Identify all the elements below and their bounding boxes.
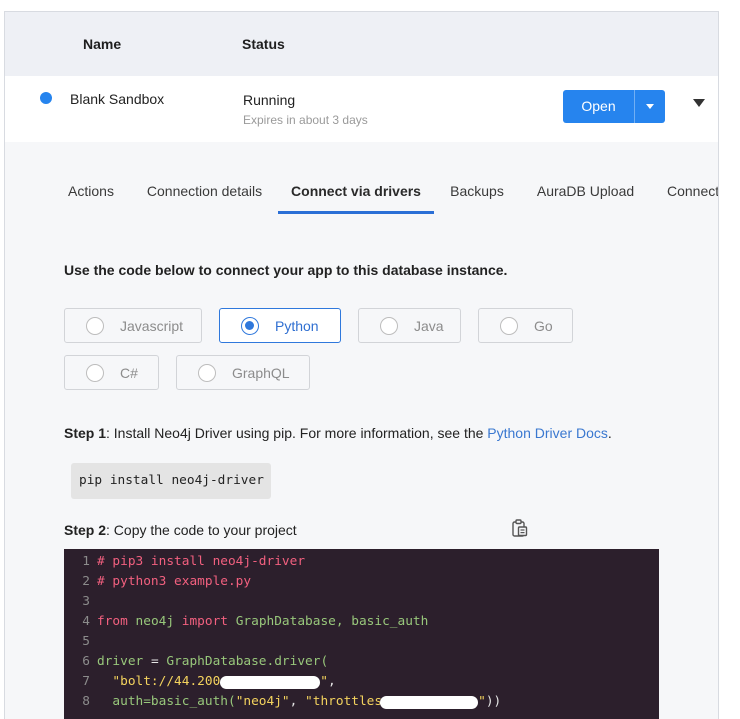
code-line: 8 auth=basic_auth( "neo4j" , "throttles … — [64, 692, 659, 712]
code-punctuation: , — [328, 674, 336, 689]
code-line: 6 driver = GraphDatabase.driver( — [64, 652, 659, 672]
redaction-mark — [380, 695, 479, 709]
step-1-label: Step 1 — [64, 425, 107, 441]
language-label: GraphQL — [232, 364, 290, 381]
code-line: 3 — [64, 592, 659, 612]
instance-expiry: Expires in about 3 days — [243, 113, 368, 127]
radio-icon — [241, 316, 259, 335]
line-number: 1 — [82, 554, 90, 569]
radio-icon — [500, 316, 518, 335]
language-option-csharp[interactable]: C# — [64, 355, 159, 390]
language-option-python[interactable]: Python — [219, 308, 341, 343]
open-menu-button[interactable] — [635, 90, 665, 123]
code-punctuation: , — [289, 694, 306, 709]
line-number: 2 — [82, 574, 90, 589]
tab-bar: Actions Connection details Connect via d… — [51, 170, 718, 214]
language-option-graphql[interactable]: GraphQL — [176, 355, 310, 390]
code-line: 2 # python3 example.py — [64, 572, 659, 592]
line-number: 3 — [82, 594, 90, 609]
code-line: 5 — [64, 632, 659, 652]
code-line: 7 "bolt://44.200 " , — [64, 672, 659, 692]
caret-down-icon — [646, 104, 654, 109]
row-expand-toggle[interactable] — [689, 95, 709, 111]
code-operator: = — [143, 654, 167, 669]
radio-icon — [198, 363, 216, 382]
language-label: Go — [534, 317, 553, 334]
code-line: 1 # pip3 install neo4j-driver — [64, 552, 659, 572]
tab-actions[interactable]: Actions — [51, 170, 131, 214]
code-string: "throttles — [305, 694, 383, 709]
language-label: C# — [120, 364, 138, 381]
step-2-text: : Copy the code to your project — [106, 522, 297, 538]
open-split-button: Open — [563, 90, 665, 123]
language-option-go[interactable]: Go — [478, 308, 573, 343]
redaction-mark — [220, 675, 321, 689]
tab-auradb-upload[interactable]: AuraDB Upload — [520, 170, 651, 214]
line-number: 7 — [82, 674, 90, 689]
code-keyword: from — [97, 614, 128, 629]
step-2-label: Step 2 — [64, 522, 107, 538]
tab-connection-details[interactable]: Connection details — [131, 170, 278, 214]
step-1-instructions: Step 1: Install Neo4j Driver using pip. … — [64, 423, 718, 443]
clipboard-icon[interactable] — [512, 519, 528, 537]
code-identifier: auth=basic_auth( — [97, 694, 236, 709]
code-punctuation: )) — [485, 694, 502, 709]
line-number: 5 — [82, 634, 90, 649]
code-keyword: import — [181, 614, 228, 629]
radio-icon — [86, 363, 104, 382]
code-identifier: neo4j — [127, 614, 182, 629]
language-label: Python — [275, 317, 319, 334]
line-number: 6 — [82, 654, 90, 669]
instance-detail-panel: Actions Connection details Connect via d… — [5, 142, 718, 719]
step-1-suffix: . — [607, 425, 612, 441]
status-dot-icon — [40, 92, 52, 104]
language-label: Javascript — [120, 317, 184, 334]
install-command: pip install neo4j-driver — [71, 463, 271, 499]
code-comment: # pip3 install neo4j-driver — [97, 554, 306, 569]
tab-backups[interactable]: Backups — [434, 170, 520, 214]
line-number: 8 — [82, 694, 90, 709]
code-string: " — [320, 674, 328, 689]
language-option-javascript[interactable]: Javascript — [64, 308, 202, 343]
code-string: " — [478, 694, 486, 709]
language-option-java[interactable]: Java — [358, 308, 461, 343]
line-number: 4 — [82, 614, 90, 629]
caret-down-icon — [693, 99, 705, 107]
open-button[interactable]: Open — [563, 90, 634, 123]
code-identifier: driver — [97, 654, 144, 669]
tab-connect-via-drivers[interactable]: Connect via drivers — [278, 170, 434, 214]
language-selector: Javascript Python Java Go C# GraphQL — [64, 308, 659, 390]
database-instance-card: Name Status Blank Sandbox Running Expire… — [4, 11, 719, 719]
instance-status: Running — [243, 92, 296, 108]
language-label: Java — [414, 317, 444, 334]
code-line: 4 from neo4j import GraphDatabase, basic… — [64, 612, 659, 632]
code-string: "neo4j" — [235, 694, 290, 709]
tab-connect[interactable]: Connect — [651, 170, 718, 214]
instance-name: Blank Sandbox — [70, 91, 165, 107]
code-string: "bolt://44.200 — [97, 674, 221, 689]
code-identifier: GraphDatabase.driver( — [166, 654, 329, 669]
radio-icon — [380, 316, 398, 335]
table-row[interactable]: Blank Sandbox Running Expires in about 3… — [5, 76, 718, 142]
step-2-instructions: Step 2: Copy the code to your project — [64, 519, 659, 540]
code-block: 1 # pip3 install neo4j-driver 2 # python… — [64, 549, 659, 719]
step-1-text: : Install Neo4j Driver using pip. For mo… — [106, 425, 488, 441]
radio-icon — [86, 316, 104, 335]
python-driver-docs-link[interactable]: Python Driver Docs — [487, 425, 608, 441]
column-header-status: Status — [242, 36, 285, 52]
intro-text: Use the code below to connect your app t… — [64, 262, 508, 278]
column-header-name: Name — [83, 36, 122, 52]
table-header: Name Status — [5, 12, 718, 76]
code-identifier: GraphDatabase, basic_auth — [228, 614, 429, 629]
code-comment: # python3 example.py — [97, 574, 252, 589]
